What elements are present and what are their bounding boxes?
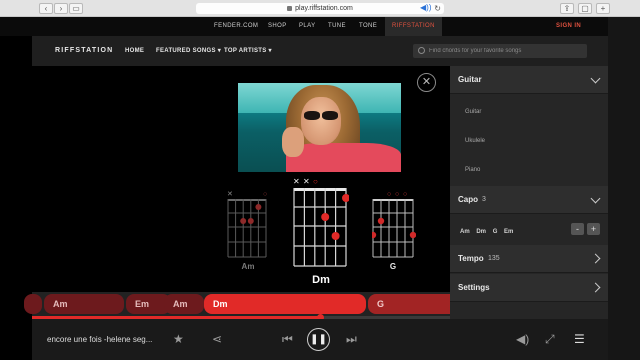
fender-nav: FENDER.COM SHOP PLAY TUNE TONE RIFFSTATI… bbox=[0, 17, 608, 36]
song-title[interactable]: encore une fois -helene seg... bbox=[47, 319, 152, 360]
chevron-down-icon bbox=[590, 193, 601, 204]
capo-chord-list: Am Dm G Em bbox=[460, 227, 518, 237]
chord-label-g: G bbox=[389, 262, 397, 271]
timeline-chord-block[interactable]: Am bbox=[164, 294, 204, 314]
open-string-marker: ○ bbox=[387, 191, 392, 198]
video-player[interactable] bbox=[238, 83, 401, 172]
settings-panel: Guitar Guitar Ukulele Piano Capo 3 Am Dm… bbox=[450, 66, 608, 319]
top-artists-menu[interactable]: TOP ARTISTS ▾ bbox=[224, 36, 272, 66]
instrument-option-ukulele[interactable]: Ukulele bbox=[465, 136, 485, 146]
timeline-chord-block[interactable]: G bbox=[368, 294, 450, 314]
open-string-marker: ○ bbox=[313, 177, 318, 186]
url-text: play.riffstation.com bbox=[295, 5, 353, 12]
capo-chord: Dm bbox=[476, 229, 487, 235]
sidebar-icon[interactable]: ▭ bbox=[69, 3, 83, 14]
volume-icon[interactable]: ◀) bbox=[516, 332, 529, 346]
tempo-value: 135 bbox=[488, 255, 500, 262]
chord-label-am: Am bbox=[241, 262, 255, 271]
settings-label: Settings bbox=[458, 283, 490, 292]
mixer-icon[interactable]: ☰ bbox=[574, 332, 585, 346]
instrument-label: Guitar bbox=[458, 75, 482, 84]
tempo-label: Tempo bbox=[458, 254, 484, 263]
sign-in-link[interactable]: SIGN IN bbox=[556, 17, 581, 36]
search-input[interactable] bbox=[429, 44, 584, 58]
nav-play[interactable]: PLAY bbox=[299, 17, 316, 36]
player-bar: encore une fois -helene seg... ★ ⋖ ⏮ ❚❚ … bbox=[32, 319, 608, 360]
timeline-chord-block-active[interactable]: Dm bbox=[204, 294, 366, 314]
pause-icon[interactable]: ❚❚ bbox=[307, 328, 330, 351]
share-page-icon[interactable]: ⇪ bbox=[560, 3, 574, 14]
capo-decrease-button[interactable]: - bbox=[571, 223, 584, 235]
home-link[interactable]: HOME bbox=[125, 36, 144, 66]
fretboard bbox=[372, 199, 416, 258]
muted-string-marker: ✕ bbox=[293, 177, 300, 186]
search-icon bbox=[418, 47, 425, 54]
instrument-option-piano[interactable]: Piano bbox=[465, 165, 480, 175]
chevron-right-icon bbox=[590, 282, 601, 293]
fretboard bbox=[227, 199, 267, 258]
open-string-marker: ○ bbox=[263, 191, 268, 198]
new-tab-button[interactable]: + bbox=[596, 3, 610, 14]
forward-button[interactable]: › bbox=[54, 3, 68, 14]
open-string-marker: ○ bbox=[403, 191, 408, 198]
open-string-marker: ○ bbox=[395, 191, 400, 198]
back-button[interactable]: ‹ bbox=[39, 3, 53, 14]
nav-tone[interactable]: TONE bbox=[359, 17, 377, 36]
close-icon[interactable]: ✕ bbox=[417, 73, 436, 92]
fullscreen-icon[interactable]: ⤢ bbox=[545, 332, 555, 346]
capo-value: 3 bbox=[482, 196, 486, 203]
next-icon[interactable]: ⏭ bbox=[346, 332, 357, 346]
tabs-overview-icon[interactable]: ▢ bbox=[578, 3, 592, 14]
fretboard bbox=[293, 188, 349, 267]
tempo-row[interactable]: Tempo 135 bbox=[450, 245, 608, 273]
muted-string-marker: ✕ bbox=[303, 177, 310, 186]
capo-chord: Am bbox=[460, 229, 470, 235]
chord-label-dm: Dm bbox=[312, 274, 330, 286]
capo-chord: Em bbox=[504, 229, 514, 235]
reload-icon[interactable]: ↻ bbox=[434, 3, 441, 14]
search-box[interactable] bbox=[413, 44, 587, 58]
capo-increase-button[interactable]: + bbox=[587, 223, 600, 235]
nav-riffstation[interactable]: RIFFSTATION bbox=[385, 17, 442, 36]
chevron-right-icon bbox=[590, 253, 601, 264]
timeline-chord-block[interactable] bbox=[24, 294, 42, 314]
previous-icon[interactable]: ⏮ bbox=[282, 332, 293, 346]
chord-timeline[interactable]: Am Em Am Dm G bbox=[24, 292, 450, 316]
capo-label: Capo bbox=[458, 195, 478, 204]
instrument-option-guitar[interactable]: Guitar bbox=[465, 107, 481, 117]
browser-toolbar: ‹ › ▭ play.riffstation.com ↻ ◀)) ⇪ ▢ + bbox=[0, 0, 640, 17]
nav-shop[interactable]: SHOP bbox=[268, 17, 287, 36]
muted-string-marker: ✕ bbox=[227, 191, 233, 198]
address-bar[interactable]: play.riffstation.com ↻ bbox=[196, 3, 444, 14]
timeline-chord-block[interactable]: Am bbox=[44, 294, 124, 314]
page-margin bbox=[608, 17, 640, 360]
capo-dropdown[interactable]: Capo 3 bbox=[450, 186, 608, 214]
riffstation-logo[interactable]: RIFFSTATION bbox=[55, 36, 113, 66]
nav-fender-com[interactable]: FENDER.COM bbox=[214, 17, 258, 36]
chevron-down-icon bbox=[590, 73, 601, 84]
settings-row[interactable]: Settings bbox=[450, 274, 608, 302]
audio-playing-icon[interactable]: ◀)) bbox=[420, 3, 431, 12]
capo-chord: G bbox=[492, 229, 498, 235]
instrument-dropdown[interactable]: Guitar bbox=[450, 66, 608, 94]
lock-icon bbox=[287, 5, 293, 11]
share-icon[interactable]: ⋖ bbox=[212, 332, 222, 346]
nav-tune[interactable]: TUNE bbox=[328, 17, 346, 36]
chord-stage: ✕ ✕ ○ Am ✕ ✕ ○ Dm ○ ○ ○ G bbox=[32, 66, 450, 290]
riffstation-header: RIFFSTATION HOME FEATURED SONGS ▾ TOP AR… bbox=[32, 36, 608, 66]
star-icon[interactable]: ★ bbox=[173, 332, 184, 346]
featured-songs-menu[interactable]: FEATURED SONGS ▾ bbox=[156, 36, 221, 66]
